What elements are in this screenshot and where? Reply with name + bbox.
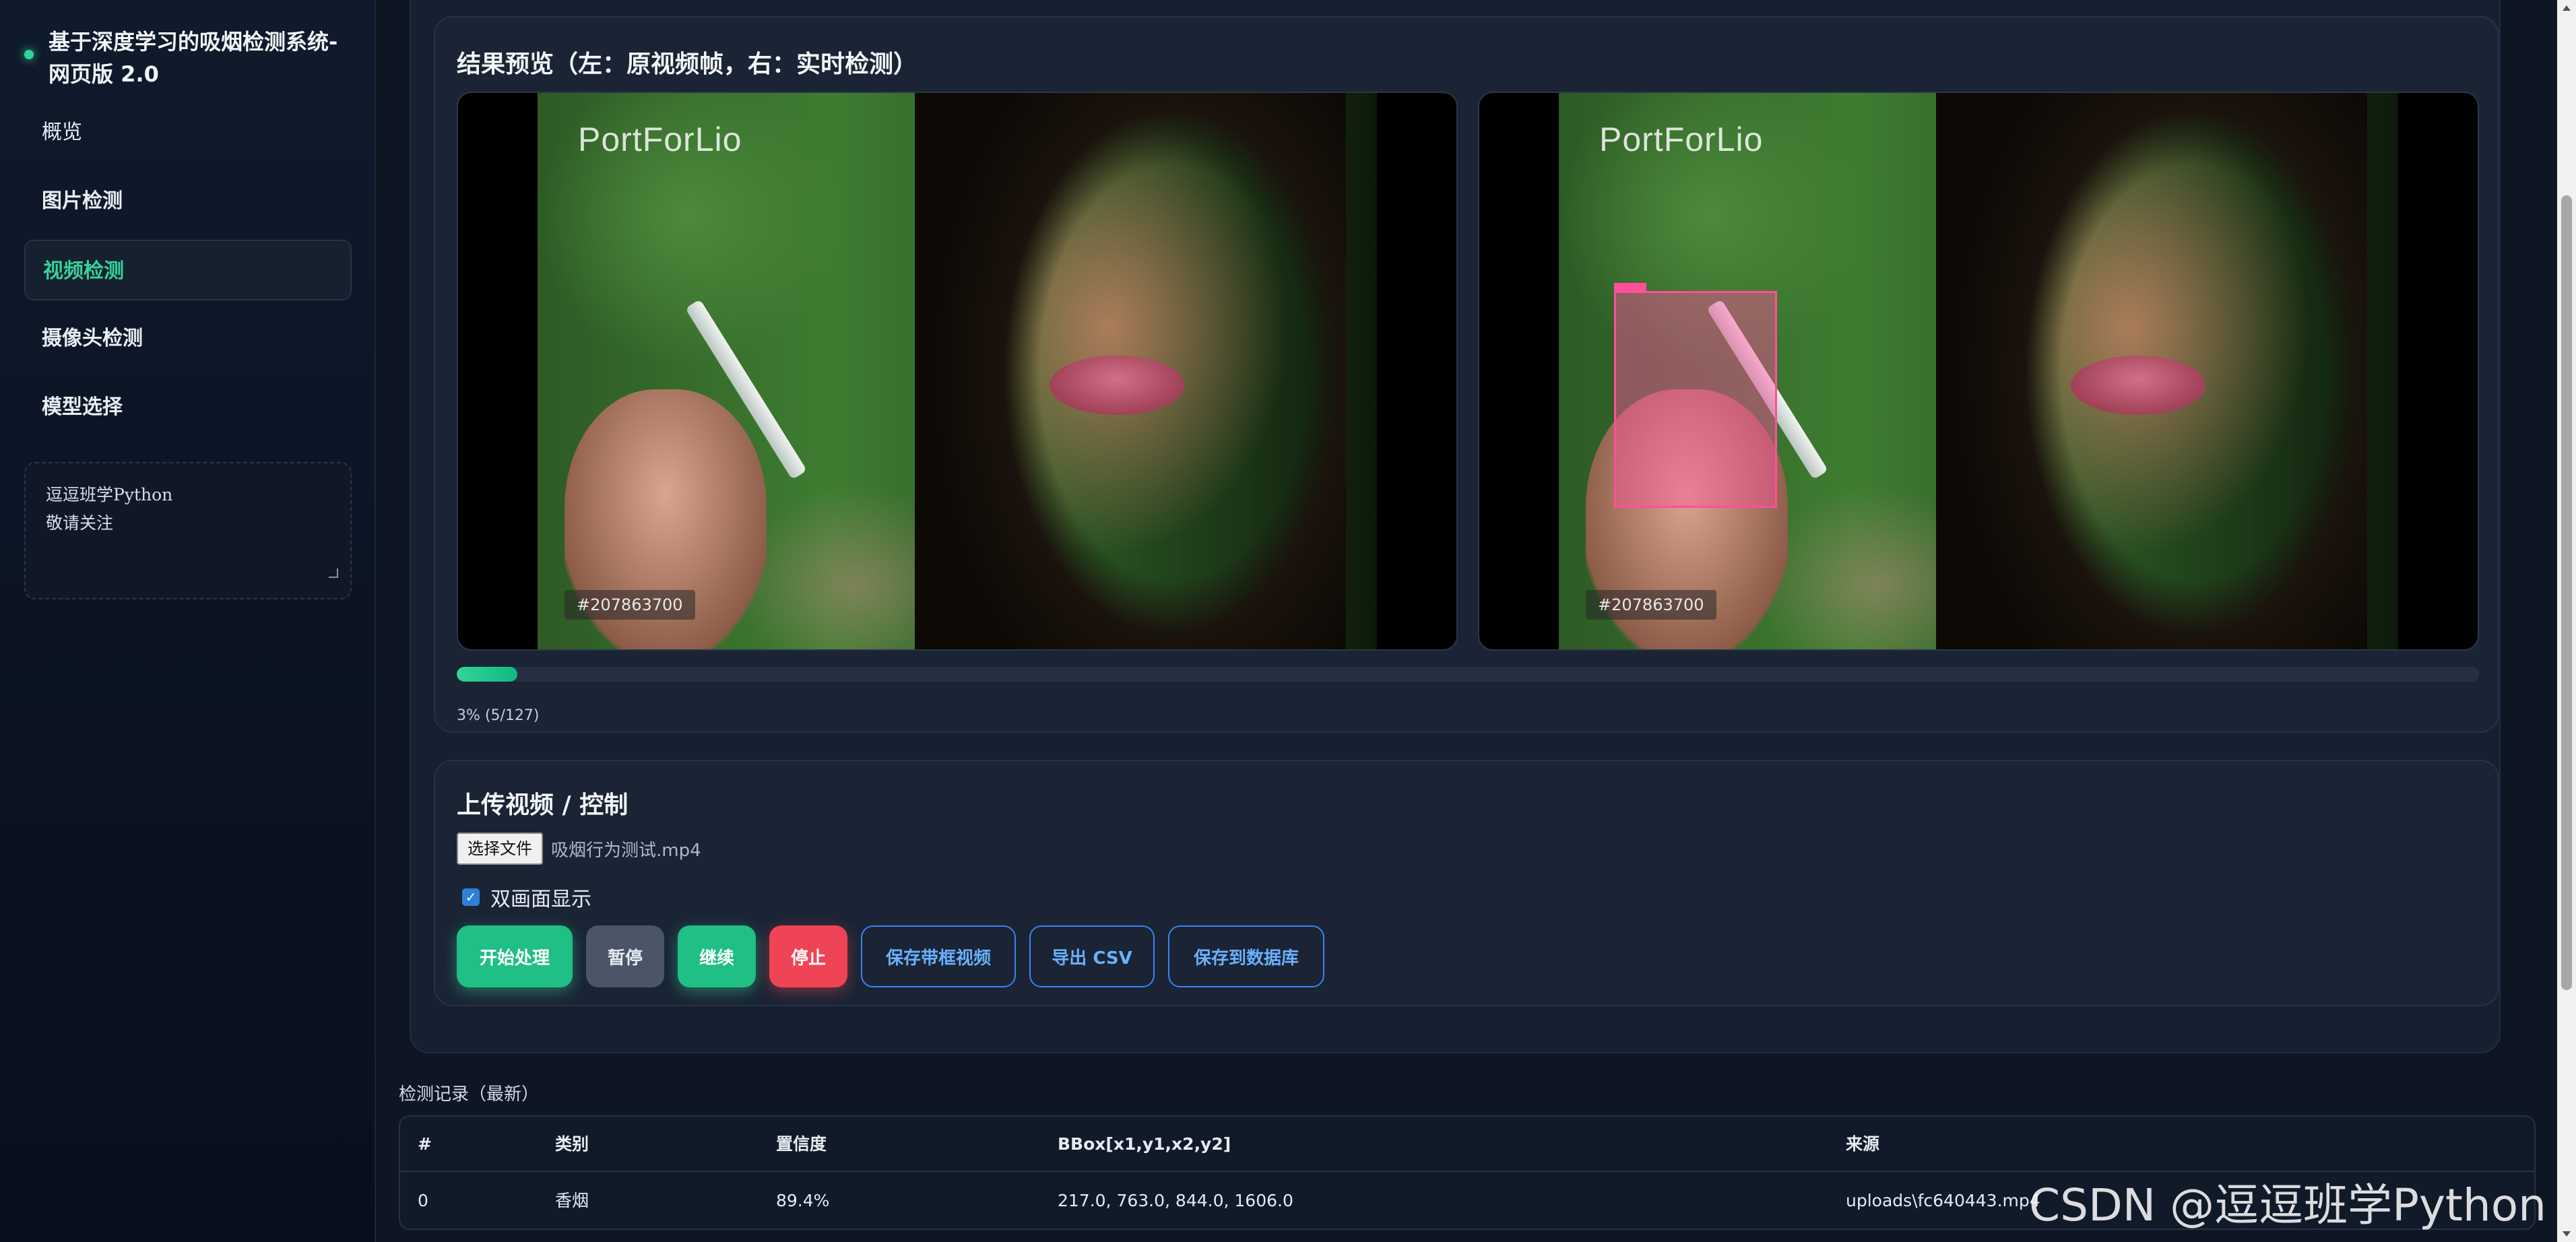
stop-button[interactable]: 停止 xyxy=(769,925,847,987)
brand: 基于深度学习的吸烟检测系统-网页版 2.0 xyxy=(24,26,348,90)
detection-label-tag xyxy=(1614,283,1646,291)
file-name: 吸烟行为测试.mp4 xyxy=(551,840,701,861)
resize-handle-icon[interactable] xyxy=(329,568,338,578)
header-source: 来源 xyxy=(1846,1134,1880,1154)
frame-lips xyxy=(2071,356,2205,415)
photo-watermark: PortForLio xyxy=(578,121,742,158)
resume-button[interactable]: 继续 xyxy=(678,925,756,987)
upload-control-card: 上传视频 / 控制 选择文件 吸烟行为测试.mp4 ✓ 双画面显示 开始处理 暂… xyxy=(434,760,2499,1006)
sidebar-item-overview[interactable]: 概览 xyxy=(24,102,352,163)
preview-card: 结果预览（左：原视频帧，右：实时检测） PortForLio #20786370… xyxy=(434,16,2499,733)
preview-title: 结果预览（左：原视频帧，右：实时检测） xyxy=(457,51,918,78)
page-scrollbar[interactable] xyxy=(2557,0,2576,1242)
upload-title: 上传视频 / 控制 xyxy=(457,791,629,819)
export-csv-button[interactable]: 导出 CSV xyxy=(1029,925,1155,987)
start-button[interactable]: 开始处理 xyxy=(457,925,573,987)
dual-view-label: 双画面显示 xyxy=(490,888,591,911)
scroll-up-icon[interactable] xyxy=(2563,5,2571,11)
cell-source: uploads\fc640443.mp4 xyxy=(1846,1191,2040,1210)
save-db-button[interactable]: 保存到数据库 xyxy=(1168,925,1324,987)
header-index: # xyxy=(418,1134,432,1154)
records-title: 检测记录（最新） xyxy=(399,1084,540,1105)
app-title: 基于深度学习的吸烟检测系统-网页版 2.0 xyxy=(49,29,338,87)
sidebar: 基于深度学习的吸烟检测系统-网页版 2.0 概览 图片检测 视频检测 摄像头检测… xyxy=(0,0,376,1242)
cell-confidence: 89.4% xyxy=(776,1191,830,1210)
original-frame-panel: PortForLio #207863700 xyxy=(457,92,1458,651)
pause-button[interactable]: 暂停 xyxy=(586,925,664,987)
sidebar-item-video-detection[interactable]: 视频检测 xyxy=(24,240,352,300)
table-header-row: # 类别 置信度 BBox[x1,y1,x2,y2] 来源 xyxy=(400,1117,2534,1172)
control-buttons: 开始处理 暂停 继续 停止 保存带框视频 导出 CSV 保存到数据库 xyxy=(457,925,1324,987)
detection-video-frame: PortForLio #207863700 xyxy=(1559,93,2398,649)
header-class: 类别 xyxy=(555,1134,589,1154)
main-content: 结果预览（左：原视频帧，右：实时检测） PortForLio #20786370… xyxy=(377,0,2557,1242)
cell-index: 0 xyxy=(418,1191,428,1210)
note-line: 敬请关注 xyxy=(46,513,114,533)
header-confidence: 置信度 xyxy=(776,1134,827,1154)
header-bbox: BBox[x1,y1,x2,y2] xyxy=(1058,1134,1231,1154)
photo-watermark: PortForLio xyxy=(1599,121,1764,158)
progress-fill xyxy=(457,667,518,682)
progress-text: 3% (5/127) xyxy=(457,707,540,724)
checkmark-icon[interactable]: ✓ xyxy=(462,888,480,906)
note-textarea[interactable]: 逗逗班学Python 敬请关注 xyxy=(24,462,352,599)
detection-frame-panel: PortForLio #207863700 xyxy=(1478,92,2479,651)
frame-lips xyxy=(1050,356,1184,415)
file-picker: 选择文件 吸烟行为测试.mp4 xyxy=(457,832,701,865)
save-video-button[interactable]: 保存带框视频 xyxy=(861,925,1016,987)
note-line: 逗逗班学Python xyxy=(46,485,173,504)
cell-class: 香烟 xyxy=(555,1191,589,1210)
detection-bounding-box xyxy=(1614,291,1777,508)
cell-bbox: 217.0, 763.0, 844.0, 1606.0 xyxy=(1058,1191,1293,1210)
sidebar-item-camera-detection[interactable]: 摄像头检测 xyxy=(24,308,352,369)
scroll-thumb[interactable] xyxy=(2561,195,2572,990)
original-video-frame: PortForLio #207863700 xyxy=(538,93,1377,649)
dual-view-option[interactable]: ✓ 双画面显示 xyxy=(462,882,591,912)
photo-id-label: #207863700 xyxy=(1586,590,1716,620)
sidebar-item-model-selection[interactable]: 模型选择 xyxy=(24,377,352,438)
sidebar-nav: 概览 图片检测 视频检测 摄像头检测 模型选择 xyxy=(24,102,352,446)
csdn-watermark: CSDN @逗逗班学Python xyxy=(2029,1179,2546,1231)
photo-id-label: #207863700 xyxy=(565,590,695,620)
sidebar-item-image-detection[interactable]: 图片检测 xyxy=(24,171,352,232)
progress-bar xyxy=(457,667,2479,682)
choose-file-button[interactable]: 选择文件 xyxy=(457,832,543,865)
scroll-down-icon[interactable] xyxy=(2563,1231,2571,1237)
status-dot-icon xyxy=(24,50,34,59)
